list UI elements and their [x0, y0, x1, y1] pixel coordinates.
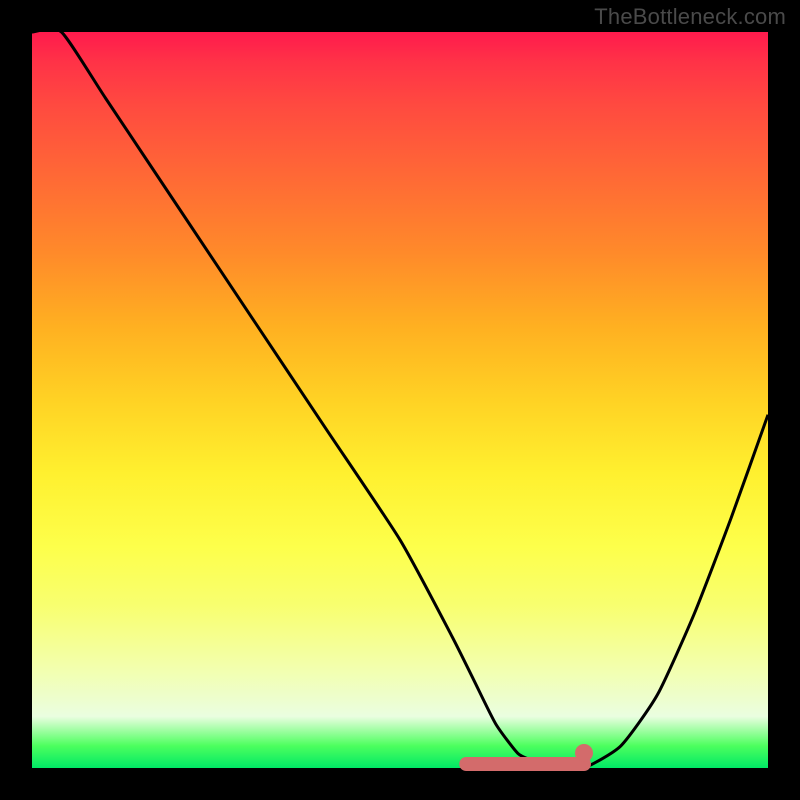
curve-layer: [32, 32, 768, 768]
minimum-end-dot: [575, 744, 593, 762]
plot-area: [32, 32, 768, 768]
attribution-label: TheBottleneck.com: [594, 4, 786, 30]
chart-frame: TheBottleneck.com: [0, 0, 800, 800]
bottleneck-curve: [32, 29, 768, 769]
